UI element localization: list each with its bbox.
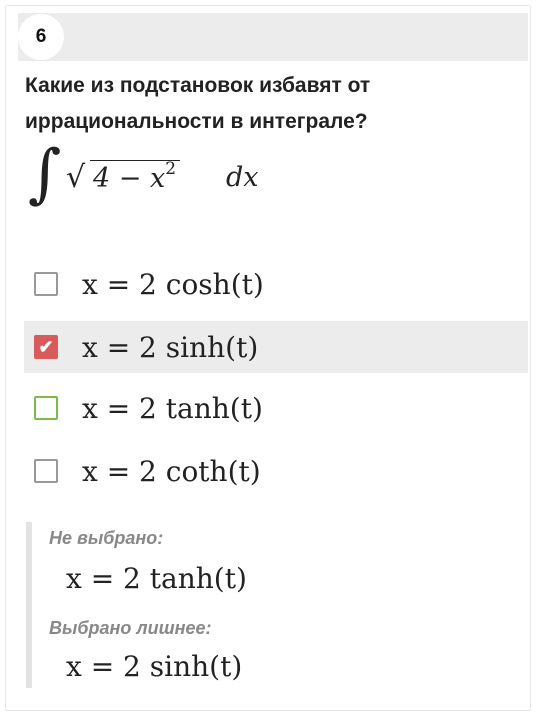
integral-sign: ∫ — [28, 137, 62, 211]
not-selected-title: Не выбрано: — [49, 528, 164, 548]
option-coth[interactable]: x = 2 coth(t) — [24, 445, 528, 497]
radicand-exponent: 2 — [165, 159, 177, 179]
checkbox-unchecked[interactable] — [34, 459, 58, 483]
option-label: x = 2 cosh(t) — [82, 267, 264, 301]
option-label: x = 2 coth(t) — [82, 454, 261, 488]
integral-expression: ∫ √ 4 − x2 dx — [28, 142, 288, 228]
question-header — [18, 13, 528, 61]
checkbox-correct-unselected[interactable] — [34, 396, 58, 420]
radicand-base: 4 − x — [93, 163, 166, 194]
checkbox-checked[interactable]: ✔ — [34, 335, 58, 359]
option-tanh[interactable]: x = 2 tanh(t) — [24, 382, 528, 434]
question-text: Какие из подстановок избавят от иррацион… — [25, 74, 371, 133]
checkmark-icon: ✔ — [38, 337, 54, 357]
radical-sign: √ — [66, 160, 86, 195]
option-sinh[interactable]: ✔ x = 2 sinh(t) — [24, 321, 528, 373]
feedback-bar — [26, 522, 32, 688]
option-label: x = 2 sinh(t) — [82, 330, 259, 364]
extra-selected-value: x = 2 sinh(t) — [66, 650, 243, 683]
checkbox-unchecked[interactable] — [34, 272, 58, 296]
option-cosh[interactable]: x = 2 cosh(t) — [24, 258, 528, 310]
extra-selected-title: Выбрано лишнее: — [49, 618, 212, 638]
question-number-badge: 6 — [18, 14, 64, 60]
differential: dx — [226, 162, 259, 193]
not-selected-value: x = 2 tanh(t) — [66, 562, 247, 595]
option-label: x = 2 tanh(t) — [82, 391, 263, 425]
radicand: 4 − x2 — [90, 159, 181, 194]
